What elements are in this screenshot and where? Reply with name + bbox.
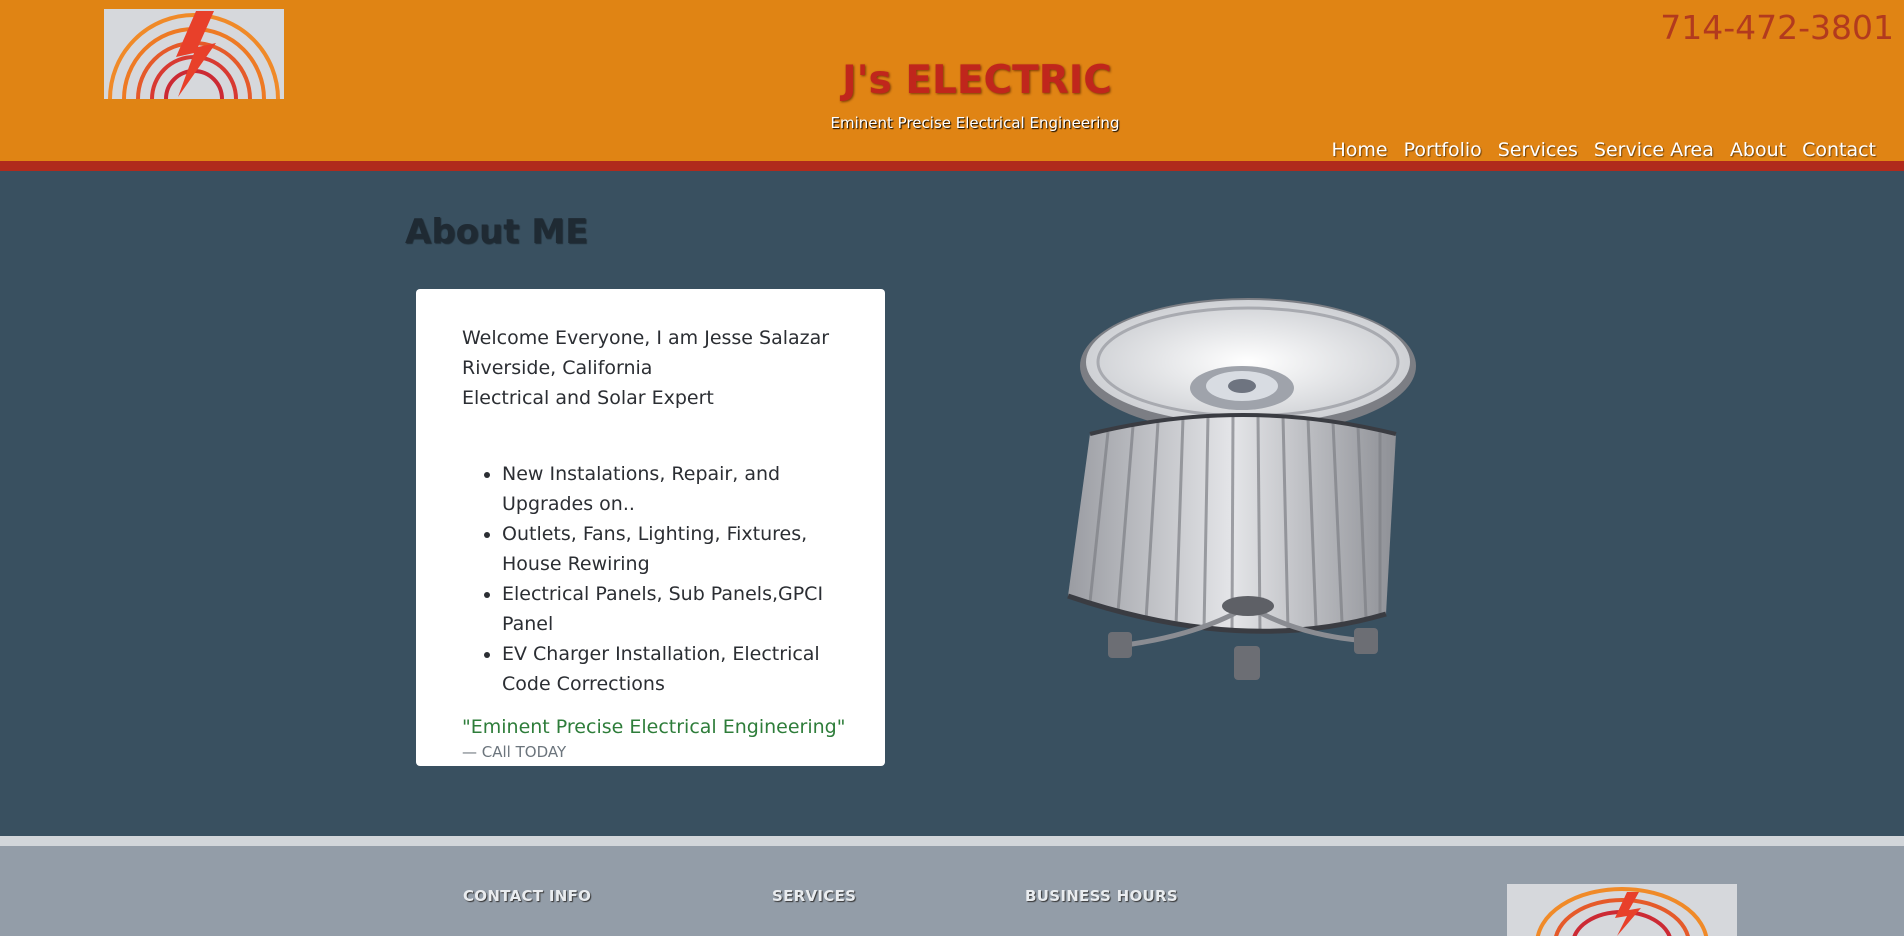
services-list: New Instalations, Repair, and Upgrades o… bbox=[462, 459, 851, 699]
intro-line: Welcome Everyone, I am Jesse Salazar bbox=[462, 327, 830, 349]
lamp-image bbox=[1058, 296, 1428, 696]
nav-home[interactable]: Home bbox=[1332, 139, 1388, 161]
footer-heading-contact: CONTACT INFO bbox=[463, 887, 592, 905]
ceiling-lamp-icon bbox=[1067, 298, 1416, 680]
list-item: EV Charger Installation, Electrical Code… bbox=[502, 639, 851, 699]
intro-line: Electrical and Solar Expert bbox=[462, 387, 714, 409]
header-stripe bbox=[0, 161, 1904, 171]
tagline-text: Eminent Precise Electrical Engineering bbox=[830, 114, 1120, 132]
brand-tagline: Eminent Precise Electrical Engineering bbox=[0, 114, 1904, 132]
brand-text: J's ELECTRIC bbox=[842, 58, 1112, 103]
blockquote-text: "Eminent Precise Electrical Engineering" bbox=[462, 716, 846, 738]
brand-name: J's ELECTRIC bbox=[0, 58, 1904, 103]
footer-heading-hours: BUSINESS HOURS bbox=[1025, 887, 1178, 905]
about-card: Welcome Everyone, I am Jesse Salazar Riv… bbox=[416, 289, 885, 766]
footer-divider bbox=[0, 836, 1904, 846]
list-item: Electrical Panels, Sub Panels,GPCI Panel bbox=[502, 579, 851, 639]
main-nav: Home Portfolio Services Service Area Abo… bbox=[1332, 139, 1877, 161]
about-intro: Welcome Everyone, I am Jesse Salazar Riv… bbox=[462, 323, 851, 413]
page-title: About ME bbox=[405, 212, 589, 252]
footer-heading-services: SERVICES bbox=[772, 887, 857, 905]
lightning-logo-icon bbox=[1535, 887, 1709, 936]
phone-number[interactable]: 714-472-3801 bbox=[1660, 8, 1894, 47]
footer-logo[interactable] bbox=[1507, 884, 1737, 936]
nav-service-area[interactable]: Service Area bbox=[1594, 139, 1714, 161]
intro-line: Riverside, California bbox=[462, 357, 653, 379]
nav-services[interactable]: Services bbox=[1498, 139, 1578, 161]
nav-about[interactable]: About bbox=[1730, 139, 1786, 161]
list-item: Outlets, Fans, Lighting, Fixtures, House… bbox=[502, 519, 851, 579]
nav-portfolio[interactable]: Portfolio bbox=[1404, 139, 1482, 161]
nav-contact[interactable]: Contact bbox=[1802, 139, 1876, 161]
list-item: New Instalations, Repair, and Upgrades o… bbox=[502, 459, 851, 519]
blockquote-footer: — CAll TODAY bbox=[462, 743, 567, 761]
